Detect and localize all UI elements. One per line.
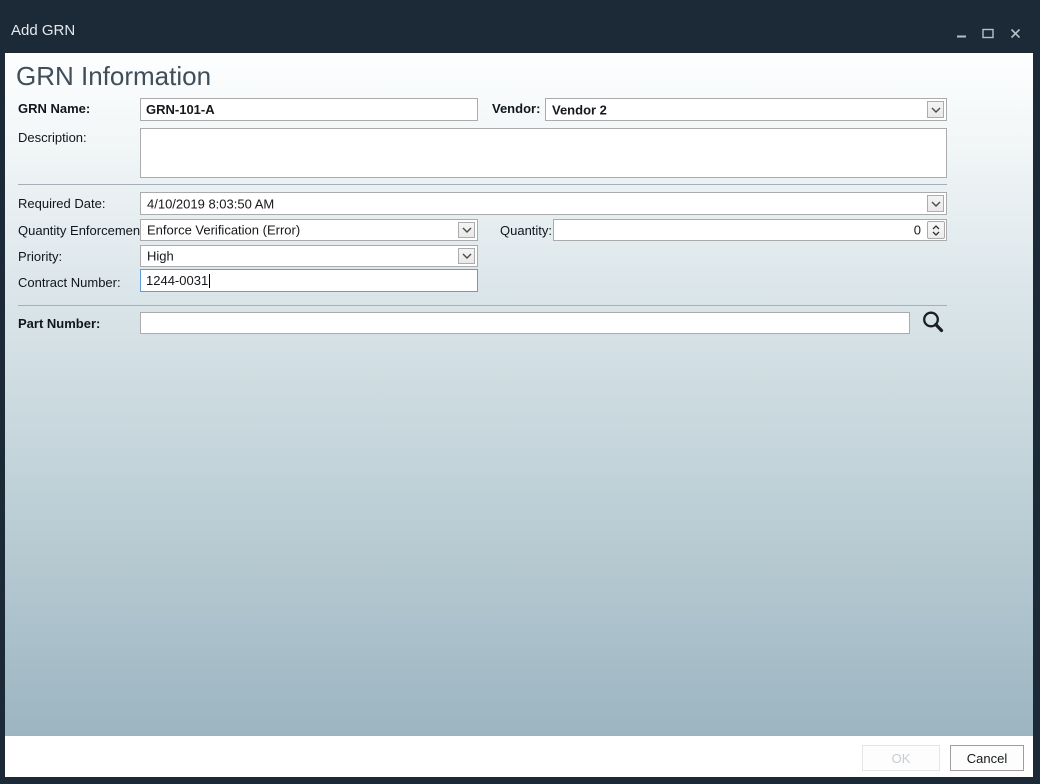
priority-label: Priority: [18,249,62,264]
vendor-label: Vendor: [492,101,540,116]
chevron-down-icon [932,231,940,236]
required-date-select[interactable]: 4/10/2019 8:03:50 AM [140,192,947,215]
maximize-button[interactable] [979,25,997,41]
quantity-enforcement-dropdown-button[interactable] [458,222,475,238]
required-date-label: Required Date: [18,196,105,211]
part-number-input[interactable] [140,312,910,334]
chevron-down-icon [931,107,941,113]
chevron-down-icon [931,201,941,207]
minimize-icon [956,28,967,39]
quantity-enforcement-label: Quantity Enforcement: [18,223,147,238]
divider [18,305,947,306]
vendor-dropdown-button[interactable] [927,101,944,118]
part-number-search-button[interactable] [919,309,947,337]
contract-number-label: Contract Number: [18,275,121,290]
window-controls [952,25,1024,41]
ok-button[interactable]: OK [862,745,940,771]
title-bar: Add GRN [0,0,1040,53]
quantity-value: 0 [914,223,921,238]
dialog-content: GRN Information GRN Name: Vendor: Vendor… [5,53,1033,736]
window-title: Add GRN [11,22,75,39]
quantity-enforcement-value: Enforce Verification (Error) [147,223,300,238]
contract-number-value: 1244-0031 [146,273,208,288]
minimize-button[interactable] [952,25,970,41]
maximize-icon [982,28,994,39]
vendor-select[interactable]: Vendor 2 [545,98,947,121]
dialog-footer: OK Cancel [5,736,1033,777]
text-caret [209,274,210,288]
quantity-stepper[interactable]: 0 [553,219,947,241]
chevron-down-icon [462,253,472,259]
quantity-spin-buttons[interactable] [927,221,945,239]
quantity-enforcement-select[interactable]: Enforce Verification (Error) [140,219,478,241]
priority-dropdown-button[interactable] [458,248,475,264]
description-textarea[interactable] [140,128,947,178]
chevron-up-icon [932,225,940,230]
search-icon [920,309,946,335]
cancel-button[interactable]: Cancel [950,745,1024,771]
required-date-dropdown-button[interactable] [927,195,944,212]
part-number-label: Part Number: [18,316,100,331]
required-date-value: 4/10/2019 8:03:50 AM [147,196,274,211]
chevron-down-icon [462,227,472,233]
close-button[interactable] [1006,25,1024,41]
vendor-selected-value: Vendor 2 [552,102,607,117]
contract-number-input[interactable]: 1244-0031 [140,269,478,292]
divider [18,184,947,185]
priority-select[interactable]: High [140,245,478,267]
close-icon [1010,28,1021,39]
description-label: Description: [18,130,87,145]
page-title: GRN Information [16,61,211,92]
add-grn-dialog: Add GRN GRN Information GRN Name: Vendor… [0,0,1040,784]
grn-name-label: GRN Name: [18,101,90,116]
grn-name-input[interactable] [140,98,478,121]
priority-selected-value: High [147,249,174,264]
quantity-label: Quantity: [500,223,552,238]
